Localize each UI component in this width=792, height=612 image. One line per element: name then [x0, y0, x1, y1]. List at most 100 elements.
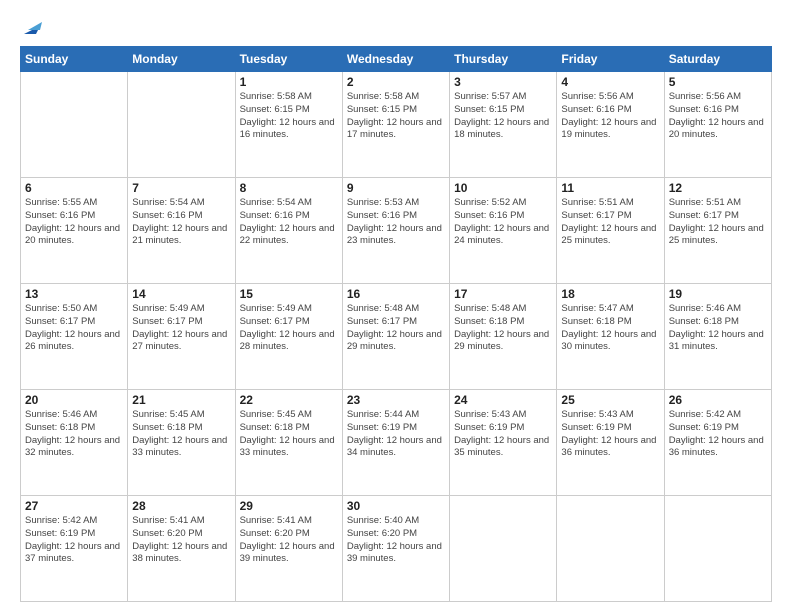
calendar-cell — [128, 72, 235, 178]
day-number: 28 — [132, 499, 230, 513]
calendar-cell: 2 Sunrise: 5:58 AM Sunset: 6:15 PM Daylig… — [342, 72, 449, 178]
calendar-cell: 16Sunrise: 5:48 AM Sunset: 6:17 PM Dayli… — [342, 284, 449, 390]
day-info: Sunrise: 5:58 AM Sunset: 6:15 PM Dayligh… — [347, 91, 445, 142]
logo-icon — [22, 16, 44, 38]
calendar-cell: 10 Sunrise: 5:52 AM Sunset: 6:16 PM Dayli… — [450, 178, 557, 284]
day-number: 19 — [669, 287, 767, 301]
calendar-cell: 21Sunrise: 5:45 AM Sunset: 6:18 PM Dayli… — [128, 390, 235, 496]
calendar-cell: 30Sunrise: 5:40 AM Sunset: 6:20 PM Dayli… — [342, 496, 449, 602]
day-info: Sunrise: 5:42 AM Sunset: 6:19 PM Dayligh… — [25, 515, 123, 566]
day-number: 3 — [454, 75, 552, 89]
day-info: Sunrise: 5:49 AM Sunset: 6:17 PM Dayligh… — [240, 303, 338, 354]
calendar-cell: 29 Sunrise: 5:41 AM Sunset: 6:20 PM Dayli… — [235, 496, 342, 602]
calendar-body: 1 Sunrise: 5:58 AM Sunset: 6:15 PM Daylig… — [21, 72, 772, 602]
day-info: Sunrise: 5:47 AM Sunset: 6:18 PM Dayligh… — [561, 303, 659, 354]
calendar-cell: 9 Sunrise: 5:53 AM Sunset: 6:16 PM Daylig… — [342, 178, 449, 284]
calendar-cell — [450, 496, 557, 602]
calendar-cell: 1Sunrise: 5:58 AM Sunset: 6:15 PM Daylig… — [235, 72, 342, 178]
day-number: 17 — [454, 287, 552, 301]
calendar-cell: 14 Sunrise: 5:49 AM Sunset: 6:17 PM Dayli… — [128, 284, 235, 390]
calendar-cell: 17Sunrise: 5:48 AM Sunset: 6:18 PM Dayli… — [450, 284, 557, 390]
calendar-cell: 3 Sunrise: 5:57 AM Sunset: 6:15 PM Daylig… — [450, 72, 557, 178]
calendar-cell — [21, 72, 128, 178]
day-info: Sunrise: 5:53 AM Sunset: 6:16 PM Dayligh… — [347, 197, 445, 248]
day-number: 27 — [25, 499, 123, 513]
calendar-cell: 18 Sunrise: 5:47 AM Sunset: 6:18 PM Dayli… — [557, 284, 664, 390]
day-number: 11 — [561, 181, 659, 195]
day-number: 14 — [132, 287, 230, 301]
calendar-week-row: 20 Sunrise: 5:46 AM Sunset: 6:18 PM Dayli… — [21, 390, 772, 496]
day-number: 13 — [25, 287, 123, 301]
day-number: 7 — [132, 181, 230, 195]
day-info: Sunrise: 5:44 AM Sunset: 6:19 PM Dayligh… — [347, 409, 445, 460]
day-info: Sunrise: 5:55 AM Sunset: 6:16 PM Dayligh… — [25, 197, 123, 248]
day-info: Sunrise: 5:50 AM Sunset: 6:17 PM Dayligh… — [25, 303, 123, 354]
day-number: 16 — [347, 287, 445, 301]
logo — [20, 16, 44, 38]
day-info: Sunrise: 5:46 AM Sunset: 6:18 PM Dayligh… — [669, 303, 767, 354]
calendar-cell: 26 Sunrise: 5:42 AM Sunset: 6:19 PM Dayli… — [664, 390, 771, 496]
calendar-cell: 8 Sunrise: 5:54 AM Sunset: 6:16 PM Daylig… — [235, 178, 342, 284]
page: SundayMondayTuesdayWednesdayThursdayFrid… — [0, 0, 792, 612]
day-number: 10 — [454, 181, 552, 195]
day-info: Sunrise: 5:56 AM Sunset: 6:16 PM Dayligh… — [561, 91, 659, 142]
day-info: Sunrise: 5:51 AM Sunset: 6:17 PM Dayligh… — [561, 197, 659, 248]
day-info: Sunrise: 5:54 AM Sunset: 6:16 PM Dayligh… — [132, 197, 230, 248]
calendar-week-row: 6 Sunrise: 5:55 AM Sunset: 6:16 PM Daylig… — [21, 178, 772, 284]
day-info: Sunrise: 5:49 AM Sunset: 6:17 PM Dayligh… — [132, 303, 230, 354]
day-number: 29 — [240, 499, 338, 513]
day-number: 9 — [347, 181, 445, 195]
day-number: 1 — [240, 75, 338, 89]
calendar-header-cell: Saturday — [664, 47, 771, 72]
calendar-cell: 4 Sunrise: 5:56 AM Sunset: 6:16 PM Daylig… — [557, 72, 664, 178]
calendar-cell: 28 Sunrise: 5:41 AM Sunset: 6:20 PM Dayli… — [128, 496, 235, 602]
day-number: 25 — [561, 393, 659, 407]
day-info: Sunrise: 5:41 AM Sunset: 6:20 PM Dayligh… — [240, 515, 338, 566]
calendar-cell: 25 Sunrise: 5:43 AM Sunset: 6:19 PM Dayli… — [557, 390, 664, 496]
day-number: 8 — [240, 181, 338, 195]
calendar-cell: 24 Sunrise: 5:43 AM Sunset: 6:19 PM Dayli… — [450, 390, 557, 496]
calendar-header-row: SundayMondayTuesdayWednesdayThursdayFrid… — [21, 47, 772, 72]
day-number: 18 — [561, 287, 659, 301]
day-info: Sunrise: 5:54 AM Sunset: 6:16 PM Dayligh… — [240, 197, 338, 248]
calendar-header-cell: Sunday — [21, 47, 128, 72]
calendar-header-cell: Wednesday — [342, 47, 449, 72]
day-info: Sunrise: 5:56 AM Sunset: 6:16 PM Dayligh… — [669, 91, 767, 142]
calendar-cell: 15 Sunrise: 5:49 AM Sunset: 6:17 PM Dayli… — [235, 284, 342, 390]
calendar-cell: 20 Sunrise: 5:46 AM Sunset: 6:18 PM Dayli… — [21, 390, 128, 496]
calendar-table: SundayMondayTuesdayWednesdayThursdayFrid… — [20, 46, 772, 602]
day-info: Sunrise: 5:42 AM Sunset: 6:19 PM Dayligh… — [669, 409, 767, 460]
calendar-header-cell: Tuesday — [235, 47, 342, 72]
day-number: 2 — [347, 75, 445, 89]
day-number: 22 — [240, 393, 338, 407]
calendar-header-cell: Monday — [128, 47, 235, 72]
day-info: Sunrise: 5:57 AM Sunset: 6:15 PM Dayligh… — [454, 91, 552, 142]
calendar-cell: 19 Sunrise: 5:46 AM Sunset: 6:18 PM Dayli… — [664, 284, 771, 390]
day-info: Sunrise: 5:43 AM Sunset: 6:19 PM Dayligh… — [561, 409, 659, 460]
day-info: Sunrise: 5:45 AM Sunset: 6:18 PM Dayligh… — [132, 409, 230, 460]
day-number: 12 — [669, 181, 767, 195]
calendar-cell: 27 Sunrise: 5:42 AM Sunset: 6:19 PM Dayli… — [21, 496, 128, 602]
calendar-cell: 22Sunrise: 5:45 AM Sunset: 6:18 PM Dayli… — [235, 390, 342, 496]
calendar-week-row: 27 Sunrise: 5:42 AM Sunset: 6:19 PM Dayli… — [21, 496, 772, 602]
day-info: Sunrise: 5:51 AM Sunset: 6:17 PM Dayligh… — [669, 197, 767, 248]
day-number: 20 — [25, 393, 123, 407]
day-number: 5 — [669, 75, 767, 89]
day-info: Sunrise: 5:41 AM Sunset: 6:20 PM Dayligh… — [132, 515, 230, 566]
calendar-cell: 5 Sunrise: 5:56 AM Sunset: 6:16 PM Daylig… — [664, 72, 771, 178]
calendar-cell: 6 Sunrise: 5:55 AM Sunset: 6:16 PM Daylig… — [21, 178, 128, 284]
day-number: 4 — [561, 75, 659, 89]
day-number: 30 — [347, 499, 445, 513]
day-info: Sunrise: 5:43 AM Sunset: 6:19 PM Dayligh… — [454, 409, 552, 460]
day-number: 6 — [25, 181, 123, 195]
calendar-cell: 23Sunrise: 5:44 AM Sunset: 6:19 PM Dayli… — [342, 390, 449, 496]
calendar-cell: 11 Sunrise: 5:51 AM Sunset: 6:17 PM Dayli… — [557, 178, 664, 284]
day-number: 15 — [240, 287, 338, 301]
header — [20, 16, 772, 38]
day-info: Sunrise: 5:52 AM Sunset: 6:16 PM Dayligh… — [454, 197, 552, 248]
calendar-week-row: 13 Sunrise: 5:50 AM Sunset: 6:17 PM Dayli… — [21, 284, 772, 390]
calendar-week-row: 1 Sunrise: 5:58 AM Sunset: 6:15 PM Daylig… — [21, 72, 772, 178]
day-number: 24 — [454, 393, 552, 407]
day-info: Sunrise: 5:46 AM Sunset: 6:18 PM Dayligh… — [25, 409, 123, 460]
day-number: 26 — [669, 393, 767, 407]
